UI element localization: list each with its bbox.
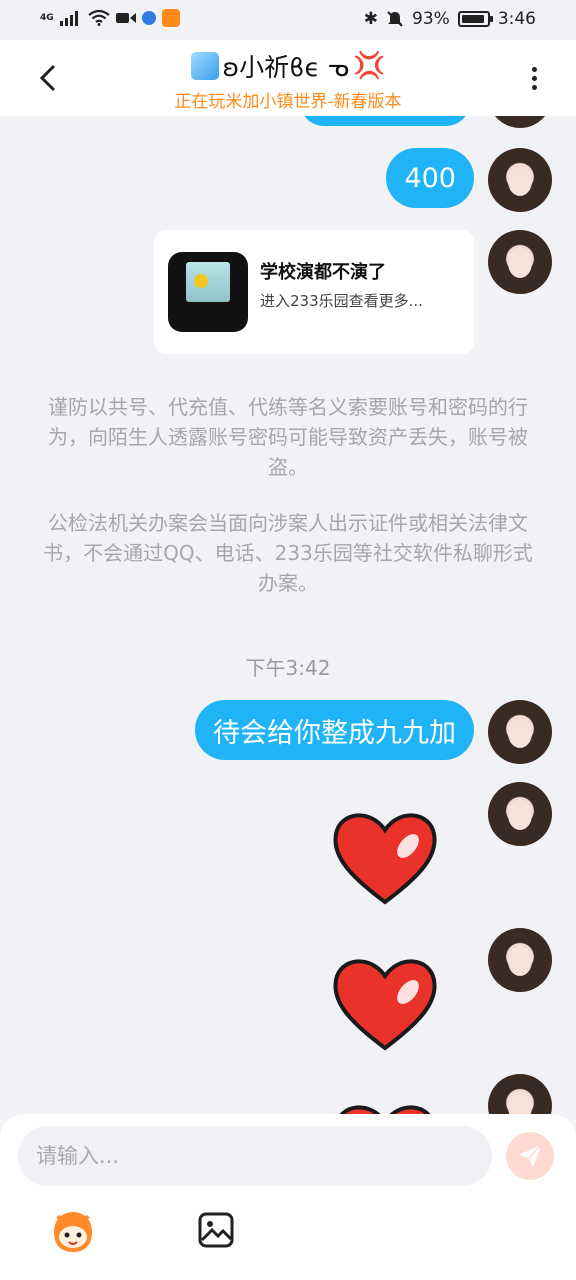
battery-icon: [457, 11, 493, 27]
post-subtitle: 进入233乐园查看更多...: [260, 292, 423, 310]
safety-notice: 谨防以共号、代充值、代练等名义索要账号和密码的行为，向陌生人透露账号密码可能导致…: [48, 395, 528, 479]
message-list[interactable]: 400 学校演都不演了 进入233乐园查看更多... 谨防以共号、代充值、代练等…: [0, 116, 576, 1116]
chat-title: ʚ小祈ϐϵ ᓀ 💢: [100, 48, 476, 84]
avatar[interactable]: [488, 230, 552, 294]
ice-cube-icon: [190, 52, 219, 80]
chat-title-text: ʚ小祈ϐϵ ᓀ: [222, 53, 350, 82]
image-picker-button[interactable]: [198, 1212, 234, 1248]
chat-header: ʚ小祈ϐϵ ᓀ 💢 正在玩米加小镇世界-新春版本: [0, 40, 576, 116]
signal-icon: [59, 11, 78, 26]
message-input[interactable]: [18, 1126, 492, 1186]
chat-title-block[interactable]: ʚ小祈ϐϵ ᓀ 💢 正在玩米加小镇世界-新春版本: [100, 48, 476, 112]
message-bubble-partial[interactable]: [300, 116, 470, 126]
more-options-button[interactable]: [514, 58, 554, 98]
send-icon: [519, 1144, 542, 1167]
message-bubble[interactable]: 400: [386, 148, 474, 208]
shared-post-card[interactable]: 学校演都不演了 进入233乐园查看更多...: [154, 230, 474, 354]
mute-icon: [387, 11, 403, 27]
message-bubble[interactable]: 待会给你整成九九加: [195, 700, 474, 760]
status-bar: 4G ✱ 93% 3:46: [0, 0, 576, 40]
avatar[interactable]: [488, 928, 552, 992]
video-icon: [115, 13, 136, 23]
composer: [0, 1114, 576, 1280]
media-notification-icon: [161, 9, 180, 27]
app-notification-icon: [141, 11, 156, 25]
dot-icon: [531, 66, 537, 72]
message-text: 待会给你整成九九加: [213, 717, 456, 749]
avatar[interactable]: [488, 700, 552, 764]
playing-status: 正在玩米加小镇世界-新春版本: [174, 92, 402, 112]
status-left: 4G: [40, 9, 180, 27]
battery-percent: 93%: [412, 9, 450, 29]
message-text: 400: [404, 162, 456, 194]
status-right: ✱ 93% 3:46: [364, 9, 536, 29]
bluetooth-icon: ✱: [363, 9, 379, 29]
post-thumbnail: [168, 252, 248, 332]
post-title: 学校演都不演了: [260, 262, 386, 283]
timestamp: 下午3:42: [245, 656, 331, 680]
network-type: 4G: [40, 12, 54, 23]
clock: 3:46: [497, 9, 536, 29]
wifi-icon: [87, 10, 110, 26]
avatar[interactable]: [488, 116, 552, 128]
heart-sticker[interactable]: [330, 808, 440, 908]
back-button[interactable]: [28, 58, 68, 98]
send-button[interactable]: [506, 1132, 554, 1180]
angry-mark-icon: 💢: [353, 51, 386, 81]
heart-sticker[interactable]: [330, 954, 440, 1054]
chevron-left-icon: [39, 64, 56, 92]
avatar[interactable]: [488, 1074, 552, 1116]
avatar[interactable]: [488, 148, 552, 212]
dot-icon: [531, 84, 537, 90]
avatar[interactable]: [488, 782, 552, 846]
safety-notice: 公检法机关办案会当面向涉案人出示证件或相关法律文书，不会通过QQ、电话、233乐…: [43, 511, 533, 595]
emoji-mascot-button[interactable]: [48, 1210, 98, 1254]
dot-icon: [531, 75, 537, 81]
